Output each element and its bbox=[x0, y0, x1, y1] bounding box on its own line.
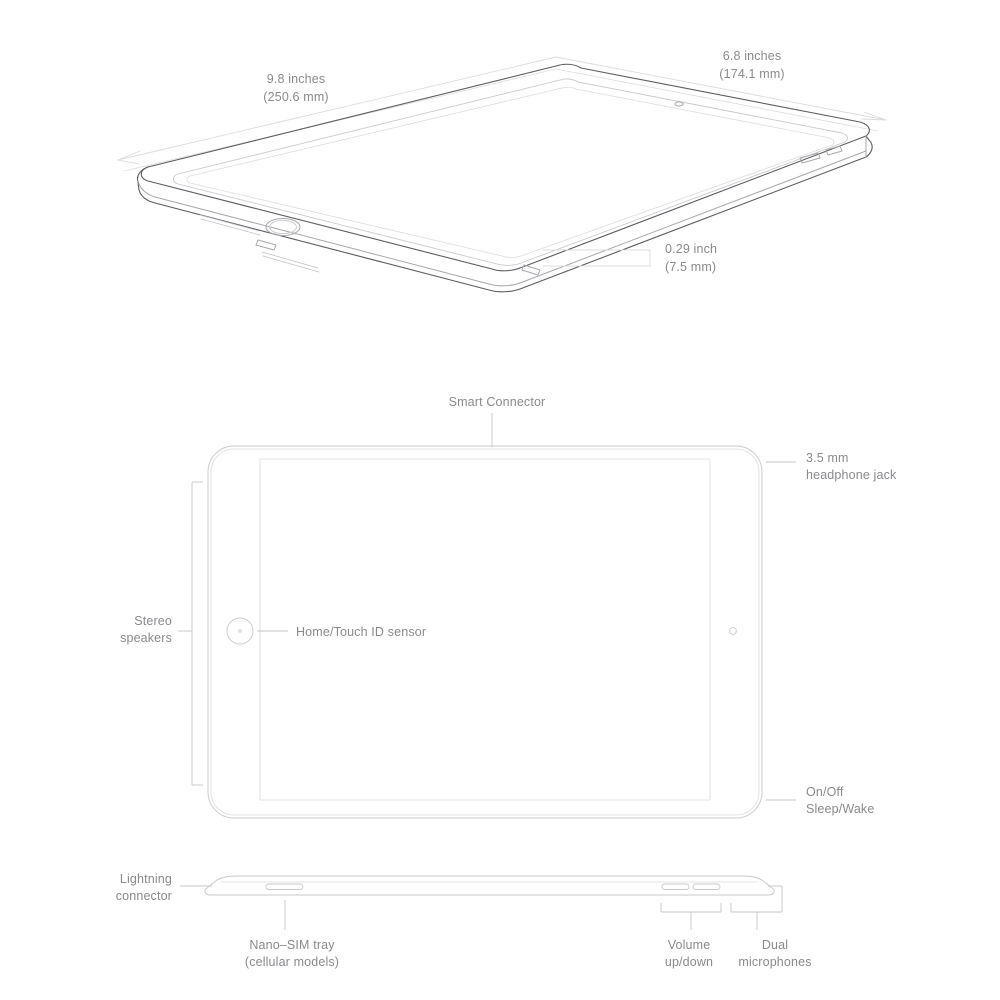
stereo-speakers-bracket bbox=[178, 481, 203, 786]
front-camera-icon-front-view bbox=[729, 627, 737, 635]
stereo-speakers-label-line2: speakers bbox=[120, 631, 172, 645]
front-view bbox=[178, 413, 796, 819]
speaker-grille-right bbox=[261, 251, 320, 273]
nano-sim-label-line2: (cellular models) bbox=[245, 955, 339, 969]
microphones-bracket bbox=[730, 885, 783, 930]
nano-sim-tray-slot[interactable] bbox=[265, 883, 304, 890]
front-camera-icon bbox=[674, 101, 684, 107]
width-dimension-line bbox=[117, 56, 557, 165]
microphones-label-line2: microphones bbox=[738, 955, 811, 969]
volume-bracket bbox=[660, 903, 722, 930]
home-touch-id-label: Home/Touch ID sensor bbox=[296, 625, 426, 639]
depth-dimension-inches: 6.8 inches bbox=[723, 49, 781, 63]
perspective-view bbox=[117, 56, 887, 293]
width-dimension-mm: (250.6 mm) bbox=[263, 90, 328, 104]
volume-up-button[interactable] bbox=[661, 883, 690, 890]
volume-label-line1: Volume bbox=[668, 938, 711, 952]
lightning-connector-label-line2: connector bbox=[116, 889, 172, 903]
home-touch-id-button[interactable] bbox=[226, 617, 254, 645]
speaker-grille-left bbox=[199, 214, 261, 236]
thickness-dimension-inches: 0.29 inch bbox=[665, 242, 717, 256]
headphone-jack-label-line2: headphone jack bbox=[806, 468, 897, 482]
stereo-speakers-label-line1: Stereo bbox=[134, 614, 172, 628]
width-dimension-inches: 9.8 inches bbox=[267, 72, 325, 86]
thickness-dimension-mm: (7.5 mm) bbox=[665, 260, 716, 274]
thickness-callout bbox=[542, 249, 651, 267]
edge-view bbox=[180, 875, 783, 930]
lightning-port-perspective bbox=[255, 239, 277, 251]
smart-connector-label: Smart Connector bbox=[449, 395, 546, 409]
depth-dimension-mm: (174.1 mm) bbox=[719, 67, 784, 81]
volume-label-line2: up/down bbox=[665, 955, 713, 969]
headphone-jack-label-line1: 3.5 mm bbox=[806, 451, 849, 465]
volume-down-button[interactable] bbox=[692, 883, 721, 890]
ipad-specs-diagram: 9.8 inches (250.6 mm) 6.8 inches (174.1 … bbox=[116, 49, 897, 969]
lightning-connector-label-line1: Lightning bbox=[120, 872, 172, 886]
device-body-outline bbox=[207, 445, 763, 819]
nano-sim-label-line1: Nano–SIM tray bbox=[249, 938, 335, 952]
power-button-label-line1: On/Off bbox=[806, 785, 844, 799]
power-button-label-line2: Sleep/Wake bbox=[806, 802, 874, 816]
microphones-label-line1: Dual bbox=[762, 938, 788, 952]
